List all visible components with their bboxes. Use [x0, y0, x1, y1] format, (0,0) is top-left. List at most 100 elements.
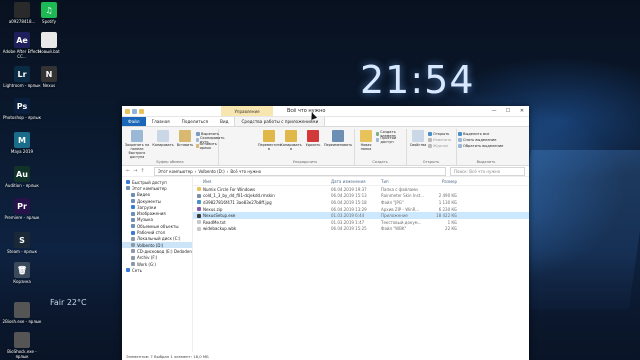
column-type[interactable]: Тип — [381, 179, 427, 184]
open-button[interactable]: Открыть — [428, 131, 449, 136]
desktop-shortcut[interactable]: ♫ Spotify — [29, 2, 69, 24]
desktop-shortcut[interactable]: BioShock.exe - ярлык — [2, 332, 42, 359]
nav-item-icon — [131, 249, 135, 254]
file-type: Rainmeter Skin Inst... — [381, 193, 425, 199]
file-row[interactable]: NexusSetup.exe 01.03.2019 6:44 Приложение 1… — [193, 212, 529, 219]
invert-selection-icon — [458, 143, 462, 148]
file-type-icon — [197, 193, 201, 198]
nav-item-label: Объемные объекты — [137, 223, 179, 229]
copy-to-button[interactable]: Копировать в — [280, 130, 302, 151]
file-name: Numix Circle For Windows — [203, 186, 256, 192]
delete-label: Удалить — [305, 143, 321, 147]
column-date[interactable]: Дата изменения — [331, 179, 381, 184]
select-all-icon — [458, 131, 462, 136]
chevron-right-icon: › — [226, 168, 229, 174]
up-arrow-icon[interactable]: ↑ — [140, 168, 144, 174]
close-button[interactable]: ✕ — [515, 106, 529, 116]
title-bar[interactable]: Управление Всё что нужно — ☐ ✕ — [122, 106, 529, 117]
back-arrow-icon[interactable]: ← — [126, 168, 130, 174]
desktop-shortcut[interactable]: Au Audition - ярлык — [2, 166, 42, 188]
breadcrumb-drive[interactable]: Volbento (D:) — [198, 169, 224, 174]
desktop-shortcut[interactable]: Pr Premiere - ярлык — [2, 198, 42, 220]
group-label-clipboard: Буфер обмена — [156, 160, 184, 164]
forward-arrow-icon[interactable]: → — [133, 168, 137, 174]
desktop-shortcut[interactable]: S Steam - ярлык — [2, 232, 42, 254]
nav-item-label: CD-дисковод (E:) Dedoden — [137, 248, 192, 254]
app-icon: Ps — [14, 98, 30, 114]
desktop-shortcut[interactable]: M Maya 2019 — [2, 132, 42, 154]
ribbon: Закрепить на панели быстрого доступа Коп… — [122, 127, 529, 166]
search-input[interactable]: Поиск: Всё что нужно — [450, 166, 525, 176]
file-date: 01.03.2019 6:44 — [331, 213, 365, 219]
file-name-cell: d39827816f471 3ae83e27b8ff.jpg — [193, 200, 331, 205]
file-date: 01.03.2019 1:47 — [331, 219, 365, 225]
pin-button[interactable]: Закрепить на панели быстрого доступа — [124, 130, 150, 159]
folder-icon[interactable] — [125, 108, 130, 114]
new-folder-icon[interactable] — [139, 108, 144, 114]
breadcrumb-folder[interactable]: Всё что нужно — [230, 169, 261, 174]
file-type-icon — [197, 213, 201, 218]
properties-button[interactable]: Свойства — [407, 130, 429, 147]
delete-button[interactable]: Удалить — [302, 130, 324, 147]
quick-access-toolbar — [122, 108, 144, 114]
ribbon-tabs: Файл Главная Поделиться Вид Средства раб… — [122, 117, 529, 127]
address-bar[interactable]: Этот компьютер › Volbento (D:) › Всё что… — [154, 166, 446, 176]
file-name-cell: Nexus.zip — [193, 207, 331, 212]
desktop-shortcut[interactable]: Ps Photoshop - ярлык — [2, 98, 42, 120]
file-type: Папка с файлами — [381, 186, 418, 192]
tab-share[interactable]: Поделиться — [176, 117, 214, 126]
address-bar-row: ← → ↑ Этот компьютер › Volbento (D:) › В… — [122, 166, 529, 177]
history-button[interactable]: Журнал — [428, 143, 448, 148]
nav-item-label: Archiv (F:) — [137, 255, 158, 261]
paste-button[interactable]: Вставить — [174, 130, 196, 147]
nav-item-icon — [131, 192, 135, 197]
edit-button[interactable]: Изменить — [428, 137, 451, 142]
nav-item-label: Музыка — [137, 217, 153, 223]
move-to-button[interactable]: Переместить в — [258, 130, 282, 151]
rename-label: Переименовать — [324, 143, 353, 147]
app-icon: ♫ — [41, 2, 57, 18]
select-none-button[interactable]: Снять выделение — [458, 137, 496, 142]
tab-home[interactable]: Главная — [146, 117, 176, 126]
file-row[interactable]: widebackup.wbk 06.04.2019 15:25 Файл "WBK"… — [193, 226, 529, 233]
file-row[interactable]: ReadMe.txt 01.03.2019 1:47 Текстовый докум… — [193, 219, 529, 226]
invert-selection-button[interactable]: Обратить выделение — [458, 143, 503, 148]
select-all-button[interactable]: Выделить все — [458, 131, 489, 136]
tab-file[interactable]: Файл — [122, 117, 146, 126]
desktop-shortcut-label: Audition - ярлык — [5, 183, 39, 188]
file-row[interactable]: d39827816f471 3ae83e27b8ff.jpg 06.04.2019… — [193, 199, 529, 206]
app-icon — [14, 302, 30, 318]
group-label-select: Выделить — [476, 160, 496, 164]
desktop-shortcut[interactable]: 2Biosh.exe - ярлык — [2, 302, 42, 324]
desktop-shortcut[interactable]: 🗑 Корзина — [2, 262, 42, 284]
context-tab-manage[interactable]: Управление — [221, 106, 273, 116]
new-folder-button[interactable]: Новая папка — [355, 130, 377, 151]
file-name: d39827816f471 3ae83e27b8ff.jpg — [203, 199, 272, 205]
easy-access-button[interactable]: Простой доступ — [376, 136, 406, 144]
paste-label: Вставить — [176, 143, 194, 147]
rename-button[interactable]: Переименовать — [324, 130, 352, 147]
desktop-shortcut-label: 2Biosh.exe - ярлык — [2, 319, 42, 324]
nav-item-label: Изображения — [137, 211, 166, 217]
file-row[interactable]: Nexus.zip 06.04.2019 13:29 Архив ZIP - Win… — [193, 206, 529, 213]
window-title: Всё что нужно — [287, 108, 326, 114]
search-placeholder: Поиск: Всё что нужно — [454, 168, 501, 174]
file-row[interactable]: Numix Circle For Windows 06.04.2019 19:37… — [193, 186, 529, 193]
column-name[interactable]: Имя — [193, 179, 331, 184]
minimize-button[interactable]: — — [487, 106, 501, 116]
desktop-shortcut[interactable]: Новый.bat — [29, 32, 69, 54]
nav-item[interactable]: Сеть — [122, 267, 192, 273]
breadcrumb-this-pc[interactable]: Этот компьютер — [158, 169, 193, 174]
desktop-shortcut[interactable]: N Nexus — [29, 66, 69, 88]
nav-item-icon — [126, 268, 130, 273]
file-name: Nexus.zip — [203, 206, 223, 212]
column-size[interactable]: Размер — [427, 179, 457, 184]
app-icon — [41, 32, 57, 48]
paste-shortcut-button[interactable]: Вставить ярлык — [196, 142, 218, 150]
maximize-button[interactable]: ☐ — [501, 106, 515, 116]
tab-view[interactable]: Вид — [214, 117, 235, 126]
file-row[interactable]: cold_1_3_by_dd_f01-dcjekdd.rmskin 06.04.2… — [193, 193, 529, 200]
copy-button[interactable]: Копировать — [152, 130, 174, 147]
file-type-icon — [197, 220, 201, 225]
properties-icon[interactable] — [132, 108, 137, 114]
